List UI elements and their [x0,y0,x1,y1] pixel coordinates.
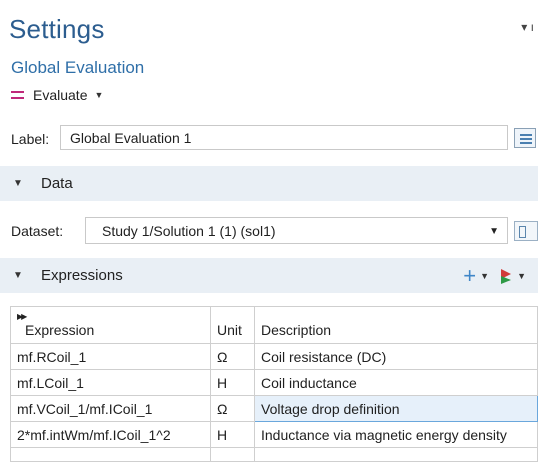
evaluate-button[interactable]: Evaluate ▼ [11,87,103,103]
page-title: Settings [9,14,105,44]
chevron-down-icon[interactable]: ▼ [94,90,103,100]
unit-cell[interactable] [210,447,255,462]
column-header-description[interactable]: Description [254,306,538,344]
chevron-down-icon: ▼ [489,226,499,237]
label-field-label: Label: [11,131,50,147]
table-row[interactable]: mf.LCoil_1 H Coil inductance [10,369,538,396]
show-description-icon[interactable] [514,128,536,148]
collapse-triangle-icon: ▼ [13,270,23,281]
expression-cell[interactable]: mf.RCoil_1 [10,343,211,370]
expression-cell[interactable] [10,447,211,462]
description-cell[interactable]: Coil resistance (DC) [254,343,538,370]
go-to-source-icon[interactable] [514,221,538,241]
dataset-select[interactable]: Study 1/Solution 1 (1) (sol1) ▼ [85,217,508,244]
description-cell-selected[interactable]: Voltage drop definition [254,395,538,422]
column-header-expression[interactable]: ▶▶ Expression [10,306,211,344]
dataset-row: Dataset: Study 1/Solution 1 (1) (sol1) ▼ [0,213,538,247]
data-section-header[interactable]: ▼ Data [0,166,538,201]
unit-cell[interactable]: H [210,421,255,448]
table-row[interactable]: mf.RCoil_1 Ω Coil resistance (DC) [10,343,538,370]
dataset-label: Dataset: [11,223,64,239]
expression-cell[interactable]: 2*mf.intWm/mf.ICoil_1^2 [10,421,211,448]
description-cell[interactable]: Inductance via magnetic energy density [254,421,538,448]
replace-expression-icon[interactable] [501,268,513,284]
data-section-title: Data [41,175,73,192]
table-row[interactable]: 2*mf.intWm/mf.ICoil_1^2 H Inductance via… [10,421,538,448]
chevron-down-icon[interactable]: ▼ [517,271,526,281]
unit-cell[interactable]: Ω [210,343,255,370]
window-menu-icon[interactable]: ▾ ı [521,20,534,34]
expression-cell[interactable]: mf.VCoil_1/mf.ICoil_1 [10,395,211,422]
label-input[interactable] [60,125,508,150]
fast-forward-icon[interactable]: ▶▶ [17,312,27,321]
dataset-value: Study 1/Solution 1 (1) (sol1) [102,222,276,239]
expressions-toolbar: + ▼ ▼ [463,258,534,293]
empty-table-row[interactable] [10,447,538,462]
unit-cell[interactable]: Ω [210,395,255,422]
expression-cell[interactable]: mf.LCoil_1 [10,369,211,396]
add-expression-icon[interactable]: + [463,264,476,287]
expressions-section-title: Expressions [41,267,123,284]
evaluate-label: Evaluate [33,87,88,103]
node-type-subtitle: Global Evaluation [11,58,145,77]
description-cell[interactable] [254,447,538,462]
description-cell[interactable]: Coil inductance [254,369,538,396]
equals-icon [11,91,24,99]
label-row: Label: [0,124,538,152]
collapse-triangle-icon: ▼ [13,178,23,189]
chevron-down-icon[interactable]: ▼ [480,271,489,281]
expressions-table: ▶▶ Expression Unit Description mf.RCoil_… [10,306,538,462]
table-row[interactable]: mf.VCoil_1/mf.ICoil_1 Ω Voltage drop def… [10,395,538,422]
expressions-section-header[interactable]: ▼ Expressions + ▼ ▼ [0,258,538,293]
column-header-unit[interactable]: Unit [210,306,255,344]
unit-cell[interactable]: H [210,369,255,396]
